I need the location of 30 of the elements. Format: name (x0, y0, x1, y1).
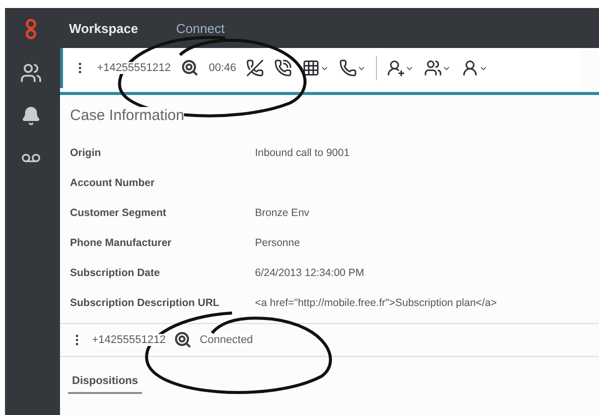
field-label: Subscription Date (70, 267, 161, 281)
field-label: Origin (70, 147, 102, 161)
field-value: Bronze Env (255, 207, 310, 221)
field-value: Personne (255, 237, 301, 251)
field-value: Inbound call to 9001 (255, 147, 351, 161)
field-label: Customer Segment (70, 207, 168, 221)
bell-icon[interactable] (21, 106, 41, 126)
keypad-button[interactable] (302, 59, 330, 77)
phone-number: +14255551212 (97, 62, 171, 74)
field-label: Account Number (70, 177, 156, 191)
field-value: <a href="http://mobile.free.fr">Subscription plan</a> (255, 297, 498, 311)
call-status: Connected (200, 334, 253, 346)
conference-button[interactable] (424, 59, 452, 77)
nav-tab[interactable]: Connect (176, 20, 225, 36)
transfer-button[interactable] (387, 59, 414, 77)
field-label: Subscription Description URL (70, 297, 220, 311)
call-timer: 00:46 (208, 62, 236, 74)
phone-number: +14255551212 (92, 334, 166, 346)
consult-icon[interactable] (180, 59, 199, 77)
contacts-icon[interactable] (20, 62, 42, 84)
consult-icon[interactable] (174, 331, 192, 349)
logo-icon (24, 18, 38, 40)
party-button[interactable] (461, 59, 488, 77)
schedule-call-button[interactable] (339, 59, 366, 77)
field-label: Phone Manufacturer (70, 237, 173, 251)
nav-tab[interactable]: Workspace (69, 20, 138, 36)
end-call-button[interactable] (246, 59, 264, 77)
tab[interactable]: Dispositions (68, 375, 142, 394)
field-value: 6/24/2013 12:34:00 PM (255, 267, 366, 281)
hold-call-button[interactable] (274, 59, 292, 77)
